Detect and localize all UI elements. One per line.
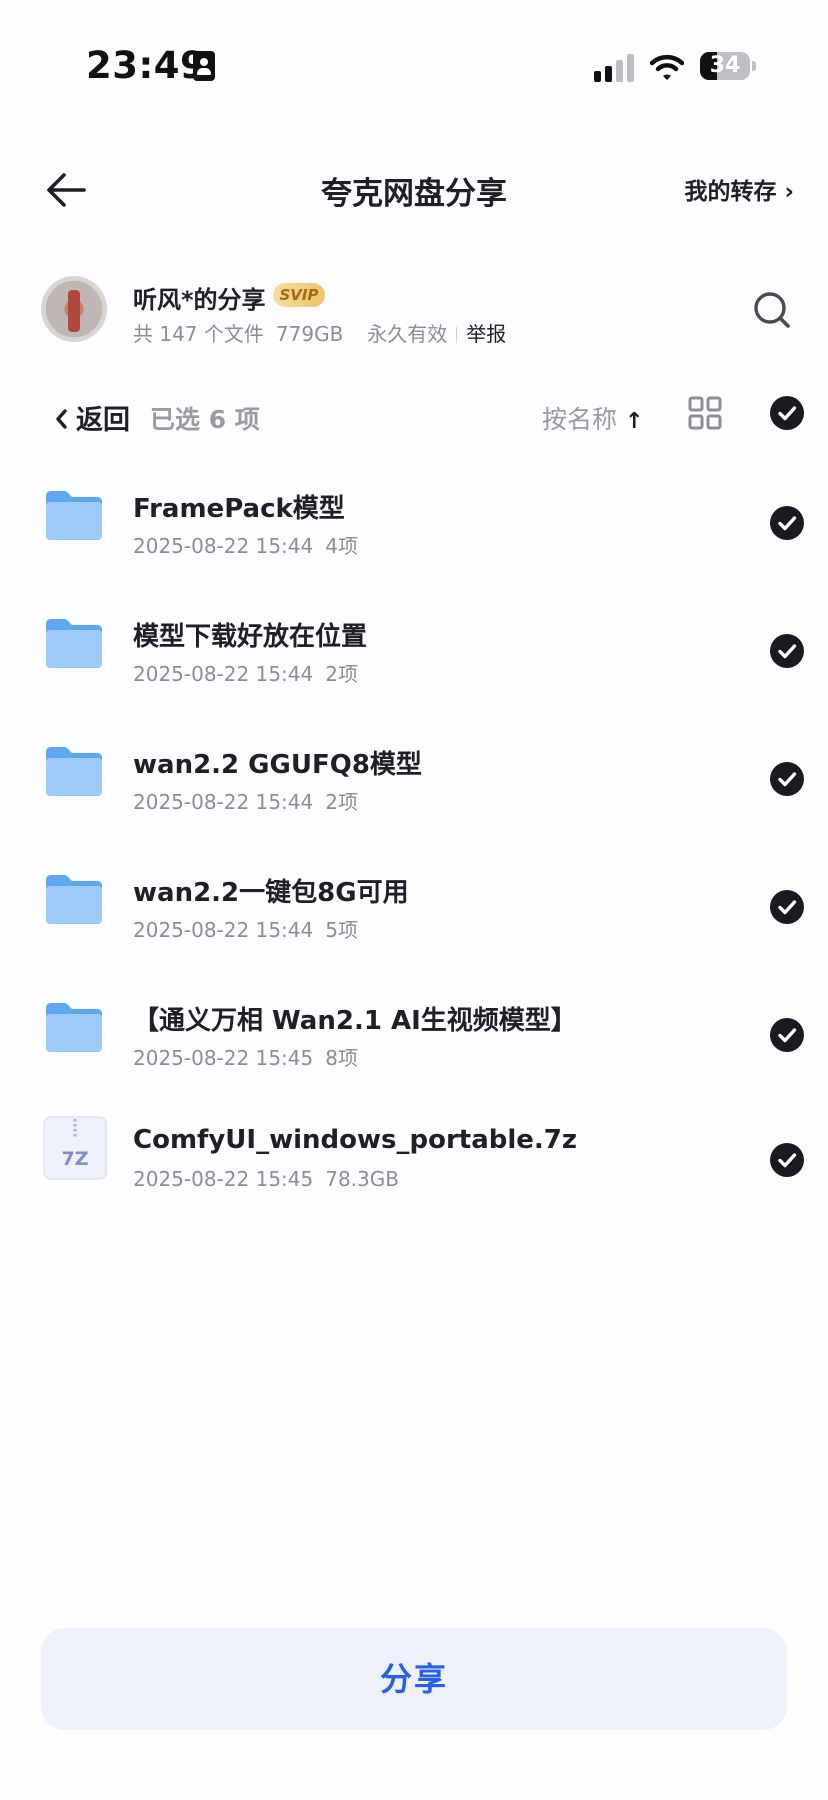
- row-checkbox[interactable]: [770, 762, 804, 796]
- cellular-signal-icon: [594, 54, 636, 82]
- row-checkbox[interactable]: [770, 1143, 804, 1177]
- file-row[interactable]: wan2.2 GGUFQ8模型 2025-08-22 15:44 2项: [0, 714, 828, 842]
- checkmark-icon: [778, 772, 797, 787]
- sort-label: 按名称: [542, 405, 618, 434]
- file-row[interactable]: 【通义万相 Wan2.1 AI生视频模型】 2025-08-22 15:45 8项: [0, 970, 828, 1098]
- file-size: 8项: [325, 1046, 358, 1070]
- checkmark-icon: [778, 406, 797, 421]
- file-size: 2项: [325, 790, 358, 814]
- folder-icon: [46, 747, 102, 796]
- share-button[interactable]: 分享: [41, 1628, 787, 1730]
- sort-arrow-icon: ↑: [624, 409, 644, 434]
- svip-badge: SVIP: [273, 283, 325, 307]
- file-date: 2025-08-22 15:44: [133, 918, 314, 942]
- file-size: 78.3GB: [325, 1167, 399, 1191]
- checkmark-icon: [778, 644, 797, 659]
- file-meta: 2025-08-22 15:44 2项: [133, 658, 358, 687]
- file-date: 2025-08-22 15:44: [133, 790, 314, 814]
- battery-percent: 34: [709, 53, 741, 78]
- checkmark-icon: [778, 1028, 797, 1043]
- avatar[interactable]: [41, 276, 107, 342]
- file-date: 2025-08-22 15:45: [133, 1167, 314, 1191]
- status-bar: 23:49 34: [0, 0, 828, 130]
- row-checkbox[interactable]: [770, 890, 804, 924]
- file-row[interactable]: wan2.2一键包8G可用 2025-08-22 15:44 5项: [0, 842, 828, 970]
- checkmark-icon: [778, 1153, 797, 1168]
- sharer-name: 听风*的分享: [133, 286, 266, 314]
- row-checkbox[interactable]: [770, 634, 804, 668]
- select-all-checkbox[interactable]: [770, 396, 804, 430]
- file-name: wan2.2 GGUFQ8模型: [133, 750, 422, 780]
- file-date: 2025-08-22 15:44: [133, 534, 314, 558]
- zip-icon-label: 7Z: [62, 1148, 89, 1170]
- grid-view-icon[interactable]: [688, 396, 722, 430]
- file-meta: 2025-08-22 15:45 78.3GB: [133, 1167, 399, 1191]
- total-size: 779GB: [275, 322, 344, 346]
- checkmark-icon: [778, 516, 797, 531]
- file-size: 4项: [325, 534, 358, 558]
- file-meta: 2025-08-22 15:44 4项: [133, 530, 358, 559]
- folder-icon: [46, 1003, 102, 1052]
- my-saves-link[interactable]: 我的转存 ›: [685, 172, 795, 206]
- folder-icon: [46, 491, 102, 540]
- file-count: 共 147 个文件: [133, 322, 264, 346]
- file-meta: 2025-08-22 15:44 5项: [133, 914, 358, 943]
- file-name: FramePack模型: [133, 494, 345, 524]
- file-date: 2025-08-22 15:44: [133, 662, 314, 686]
- battery-tip: [752, 61, 756, 71]
- file-name: 【通义万相 Wan2.1 AI生视频模型】: [133, 1006, 577, 1036]
- wifi-icon: [650, 54, 684, 80]
- file-meta: 2025-08-22 15:44 2项: [133, 786, 358, 815]
- row-checkbox[interactable]: [770, 1018, 804, 1052]
- checkmark-icon: [778, 900, 797, 915]
- battery-icon: 34: [700, 52, 750, 80]
- file-date: 2025-08-22 15:45: [133, 1046, 314, 1070]
- file-row[interactable]: FramePack模型 2025-08-22 15:44 4项: [0, 458, 828, 586]
- folder-icon: [46, 875, 102, 924]
- sort-button[interactable]: 按名称 ↑: [542, 400, 643, 436]
- sharer-meta: 共 147 个文件 779GB 永久有效 举报: [133, 318, 506, 347]
- validity: 永久有效: [367, 322, 448, 346]
- file-meta: 2025-08-22 15:45 8项: [133, 1042, 358, 1071]
- report-link[interactable]: 举报: [466, 322, 506, 346]
- chevron-left-icon: [56, 409, 67, 429]
- contact-card-icon: [193, 51, 215, 81]
- search-icon[interactable]: [752, 290, 792, 330]
- folder-icon: [46, 619, 102, 668]
- file-row[interactable]: 模型下载好放在位置 2025-08-22 15:44 2项: [0, 586, 828, 714]
- file-name: wan2.2一键包8G可用: [133, 878, 409, 908]
- zip-file-icon: 7Z: [43, 1116, 107, 1180]
- divider: [456, 327, 458, 343]
- file-size: 2项: [325, 662, 358, 686]
- file-name: 模型下载好放在位置: [133, 622, 368, 652]
- row-checkbox[interactable]: [770, 506, 804, 540]
- file-size: 5项: [325, 918, 358, 942]
- back-button[interactable]: 返回: [50, 398, 130, 436]
- back-label: 返回: [76, 405, 130, 436]
- file-row[interactable]: 7Z ComfyUI_windows_portable.7z 2025-08-2…: [0, 1095, 828, 1223]
- selected-count: 已选 6 项: [150, 405, 260, 434]
- file-name: ComfyUI_windows_portable.7z: [133, 1125, 578, 1155]
- status-time: 23:49: [86, 44, 207, 87]
